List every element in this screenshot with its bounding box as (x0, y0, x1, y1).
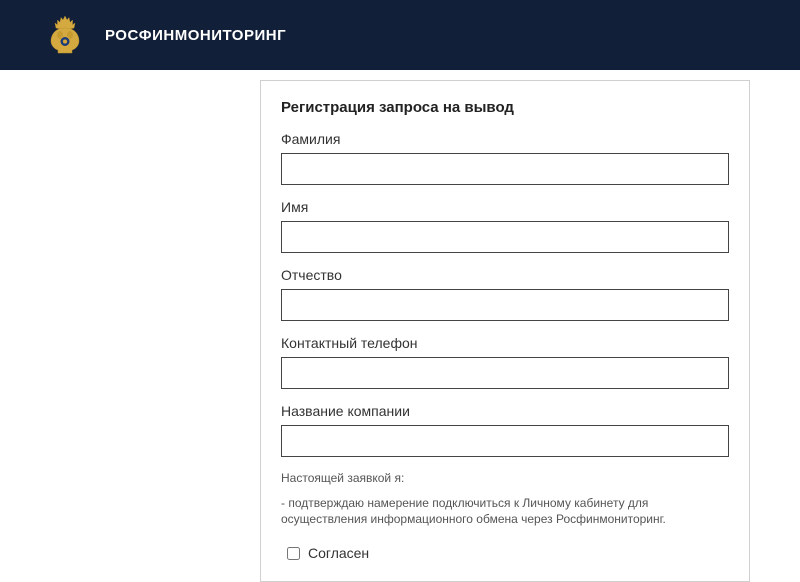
field-name: Имя (281, 199, 729, 253)
consent-checkbox[interactable] (287, 547, 300, 560)
consent-row: Согласен (281, 545, 729, 561)
field-company: Название компании (281, 403, 729, 457)
company-label: Название компании (281, 403, 729, 419)
phone-input[interactable] (281, 357, 729, 389)
company-input[interactable] (281, 425, 729, 457)
field-phone: Контактный телефон (281, 335, 729, 389)
registration-form: Регистрация запроса на вывод Фамилия Имя… (260, 80, 750, 582)
coat-of-arms-icon (40, 10, 90, 60)
surname-input[interactable] (281, 153, 729, 185)
patronymic-label: Отчество (281, 267, 729, 283)
consent-label: Согласен (308, 545, 369, 561)
patronymic-input[interactable] (281, 289, 729, 321)
name-label: Имя (281, 199, 729, 215)
header: РОСФИНМОНИТОРИНГ (0, 0, 800, 70)
phone-label: Контактный телефон (281, 335, 729, 351)
name-input[interactable] (281, 221, 729, 253)
surname-label: Фамилия (281, 131, 729, 147)
field-patronymic: Отчество (281, 267, 729, 321)
brand-text: РОСФИНМОНИТОРИНГ (105, 27, 286, 44)
disclosure-lead: Настоящей заявкой я: (281, 471, 729, 485)
form-title: Регистрация запроса на вывод (281, 99, 729, 116)
disclosure-text: - подтверждаю намерение подключиться к Л… (281, 495, 729, 527)
field-surname: Фамилия (281, 131, 729, 185)
